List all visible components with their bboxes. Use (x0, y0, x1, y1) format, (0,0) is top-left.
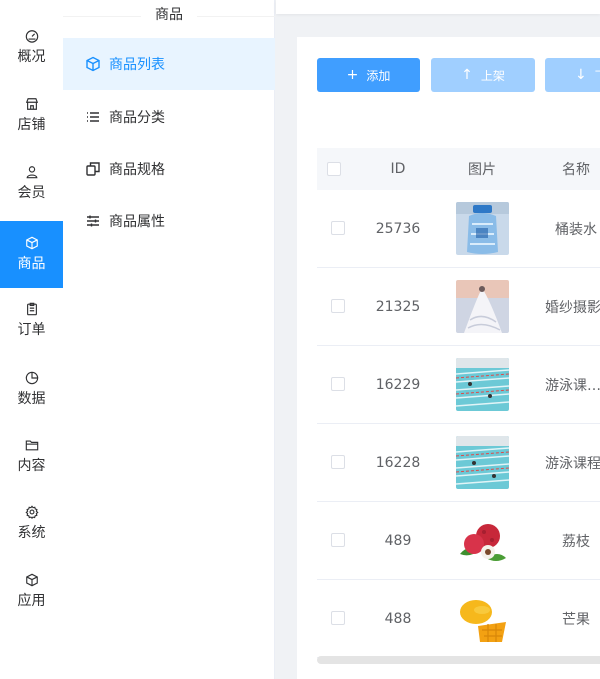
box-icon (86, 56, 100, 72)
column-header-image: 图片 (468, 162, 496, 178)
nav-item-apps[interactable]: 应用 (0, 558, 63, 624)
nav-item-label: 概况 (17, 48, 46, 65)
product-id: 21325 (375, 298, 421, 315)
product-name: 游泳课程 (545, 455, 600, 472)
submenu-item-product-spec[interactable]: 商品规格 (63, 143, 275, 195)
nav-item-label: 应用 (17, 592, 46, 609)
store-icon (25, 97, 38, 110)
row-checkbox[interactable] (331, 455, 345, 469)
copy-icon (86, 162, 100, 176)
dashboard-icon (25, 29, 38, 43)
product-thumbnail-swimming-pool (456, 436, 509, 489)
folder-icon (25, 439, 38, 450)
nav-item-label: 数据 (17, 390, 46, 407)
submenu-item-label: 商品分类 (109, 110, 165, 126)
table-row[interactable]: 16228 游泳课程 (317, 424, 600, 502)
nav-item-members[interactable]: 会员 (0, 150, 63, 216)
arrow-up-icon: ↑ (461, 67, 473, 83)
box-icon (25, 236, 38, 250)
top-header-bar (276, 0, 600, 14)
product-id: 489 (384, 532, 412, 549)
clipboard-icon (26, 302, 37, 315)
submenu-item-product-attribute[interactable]: 商品属性 (63, 195, 275, 247)
add-button[interactable]: + 添加 (317, 58, 420, 92)
product-id: 488 (384, 610, 412, 627)
nav-item-label: 订单 (17, 321, 46, 338)
product-name: 游泳课… (545, 377, 600, 394)
list-icon (87, 112, 99, 122)
nav-item-orders[interactable]: 订单 (0, 287, 63, 353)
nav-item-label: 商品 (17, 256, 46, 272)
nav-item-label: 会员 (17, 184, 46, 201)
product-name: 婚纱摄影 (545, 299, 600, 316)
plus-icon: + (346, 67, 359, 83)
sub-menu: 商品 商品列表 商品分类 商品规格 商品属性 (63, 0, 275, 679)
product-thumbnail-water-bottle (456, 202, 509, 255)
table-row[interactable]: 488 芒果 (317, 580, 600, 658)
product-id: 16228 (375, 454, 421, 471)
row-checkbox[interactable] (331, 377, 345, 391)
row-checkbox[interactable] (331, 611, 345, 625)
submenu-item-label: 商品列表 (109, 57, 165, 73)
column-header-name: 名称 (562, 162, 590, 178)
column-header-id: ID (390, 161, 406, 177)
take-off-shelf-button[interactable]: ↓ 下架 (545, 58, 600, 92)
nav-item-content[interactable]: 内容 (0, 423, 63, 489)
submenu-item-product-list[interactable]: 商品列表 (63, 38, 275, 90)
row-checkbox[interactable] (331, 299, 345, 313)
pie-chart-icon (25, 371, 38, 384)
row-checkbox[interactable] (331, 221, 345, 235)
nav-item-system[interactable]: 系统 (0, 490, 63, 556)
table-row[interactable]: 489 荔枝 (317, 502, 600, 580)
row-checkbox[interactable] (331, 533, 345, 547)
product-thumbnail-swimming-pool (456, 358, 509, 411)
nav-item-products[interactable]: 商品 (0, 221, 63, 288)
app-root: 概况 店铺 会员 商品 订单 数据 内容 系统 应用 商品 商品列表 商品分类 … (0, 0, 600, 679)
nav-item-label: 内容 (17, 457, 46, 474)
select-all-checkbox[interactable] (327, 162, 341, 176)
submenu-title: 商品 (63, 0, 275, 30)
product-id: 25736 (375, 220, 421, 237)
nav-item-store[interactable]: 店铺 (0, 82, 63, 148)
product-id: 16229 (375, 376, 421, 393)
nav-item-data[interactable]: 数据 (0, 356, 63, 422)
submenu-item-product-category[interactable]: 商品分类 (63, 91, 275, 143)
product-list-panel: + 添加 ↑ 上架 ↓ 下架 ID 图片 名称 25736 桶装水 (297, 37, 600, 679)
arrow-down-icon: ↓ (575, 67, 587, 83)
nav-item-overview[interactable]: 概况 (0, 14, 63, 80)
table-horizontal-scrollbar[interactable] (317, 656, 600, 664)
nav-item-label: 店铺 (17, 116, 46, 133)
table-header: ID 图片 名称 (317, 148, 600, 190)
product-thumbnail-mango (456, 592, 509, 645)
product-thumbnail-lychee (456, 514, 509, 567)
main-nav-rail: 概况 店铺 会员 商品 订单 数据 内容 系统 应用 (0, 0, 63, 679)
table-row[interactable]: 21325 婚纱摄影 (317, 268, 600, 346)
table-row[interactable]: 25736 桶装水 (317, 190, 600, 268)
submenu-item-label: 商品规格 (109, 162, 165, 178)
gear-icon (24, 504, 39, 519)
sliders-icon (87, 215, 99, 227)
user-icon (26, 165, 37, 178)
list-on-shelf-button[interactable]: ↑ 上架 (431, 58, 535, 92)
cube-icon (25, 573, 38, 586)
nav-item-label: 系统 (17, 524, 46, 541)
product-name: 荔枝 (562, 533, 590, 550)
submenu-item-label: 商品属性 (109, 214, 165, 230)
product-name: 芒果 (562, 611, 590, 628)
product-name: 桶装水 (555, 221, 597, 238)
product-thumbnail-wedding-dress (456, 280, 509, 333)
table-row[interactable]: 16229 游泳课… (317, 346, 600, 424)
